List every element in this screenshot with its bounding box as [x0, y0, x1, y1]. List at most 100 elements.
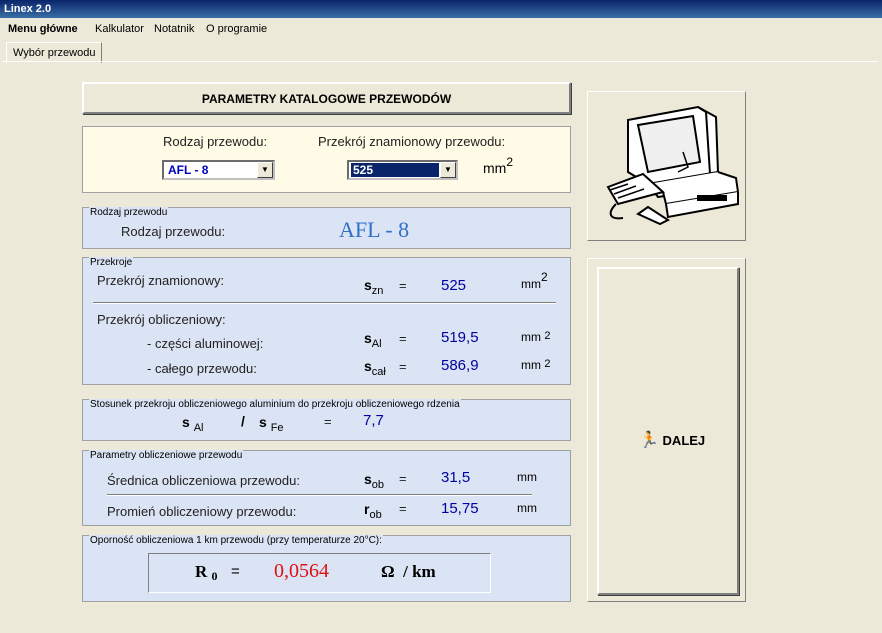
type-label: Rodzaj przewodu:	[163, 134, 268, 149]
nominal-section-sub: zn	[371, 285, 384, 297]
resistance-group-label: Oporność obliczeniowa 1 km przewodu (prz…	[89, 535, 383, 546]
nominal-section-eq: =	[399, 278, 407, 293]
total-section-value: 586,9	[441, 357, 479, 374]
next-button-label: DALEJ	[662, 433, 706, 448]
ratio-sym2: s	[259, 414, 267, 430]
type-info-value: AFL - 8	[339, 217, 410, 242]
cross-sections-group-label: Przekroje	[89, 257, 134, 268]
radius-symbol: rob	[364, 501, 382, 521]
al-section-unit-text: mm	[521, 330, 541, 344]
diameter-eq: =	[399, 471, 407, 486]
diameter-value: 31,5	[441, 469, 471, 486]
ratio-group-label: Stosunek przekroju obliczeniowego alumin…	[89, 399, 461, 410]
selection-panel: Rodzaj przewodu: Przekrój znamionowy prz…	[82, 126, 571, 193]
total-section-unit-exp: 2	[544, 358, 551, 370]
window-title: Linex 2.0	[0, 0, 882, 18]
type-select[interactable]: AFL - 8 ▼	[162, 160, 275, 180]
total-section-eq: =	[399, 359, 407, 374]
menu-item-calculator[interactable]: Kalkulator	[95, 19, 144, 39]
nominal-section-sym: s	[364, 277, 372, 293]
ratio-sub2: Fe	[270, 422, 284, 434]
nominal-section-unit: mm2	[521, 270, 548, 291]
type-group: Rodzaj przewodu Rodzaj przewodu: AFL - 8	[82, 207, 571, 249]
next-button-content: 🏃 DALEJ	[639, 430, 705, 450]
al-section-symbol: sAl	[364, 330, 382, 350]
section-select-value: 525	[351, 163, 439, 177]
section-unit: mm2	[483, 155, 513, 176]
diameter-label: Średnica obliczeniowa przewodu:	[107, 473, 300, 488]
resistance-symbol: R 0	[195, 562, 218, 583]
ratio-symbol-fe: s Fe	[259, 414, 284, 434]
computer-icon	[606, 105, 740, 226]
nominal-section-unit-text: mm	[521, 277, 541, 291]
al-section-unit: mm 2	[521, 330, 550, 344]
chevron-down-icon[interactable]: ▼	[440, 162, 456, 178]
chevron-down-icon[interactable]: ▼	[257, 162, 273, 178]
menu-bar: Menu główne Kalkulator Notatnik O progra…	[0, 19, 882, 39]
menu-item-notepad[interactable]: Notatnik	[154, 19, 194, 39]
type-info-label: Rodzaj przewodu:	[121, 224, 226, 239]
diameter-symbol: sob	[364, 471, 384, 491]
ratio-sym1: s	[182, 414, 190, 430]
diameter-sym: s	[364, 471, 372, 487]
tab-strip: Wybór przewodu	[0, 40, 882, 63]
ratio-slash: /	[241, 413, 245, 429]
header-button[interactable]: PARAMETRY KATALOGOWE PRZEWODÓW	[82, 82, 571, 114]
total-section-sym: s	[364, 358, 372, 374]
menu-item-main[interactable]: Menu główne	[8, 19, 78, 39]
calc-params-group-label: Parametry obliczeniowe przewodu	[89, 450, 244, 461]
nominal-section-value: 525	[441, 277, 467, 294]
ratio-sub1: Al	[193, 422, 204, 434]
ohm-symbol: Ω	[381, 562, 395, 581]
al-section-sub: Al	[371, 338, 382, 350]
type-select-value: AFL - 8	[168, 163, 209, 177]
resistance-box: R 0 = 0,0564 Ω / km	[148, 553, 491, 593]
resistance-sym: R	[195, 562, 208, 581]
type-group-label: Rodzaj przewodu	[89, 207, 169, 218]
calc-section-label: Przekrój obliczeniowy:	[97, 312, 226, 327]
running-man-icon: 🏃	[639, 432, 659, 449]
tab-wybor-przewodu[interactable]: Wybór przewodu	[6, 42, 103, 63]
resistance-unit: Ω / km	[381, 562, 436, 582]
al-section-unit-exp: 2	[544, 330, 551, 342]
section-select[interactable]: 525 ▼	[347, 160, 458, 180]
nominal-section-label: Przekrój znamionowy:	[97, 273, 225, 288]
radius-sub: ob	[369, 509, 382, 521]
section-label: Przekrój znamionowy przewodu:	[318, 134, 506, 149]
page-title: PARAMETRY KATALOGOWE PRZEWODÓW	[201, 92, 452, 106]
ratio-symbol-al: s Al	[182, 414, 203, 434]
next-button-frame: 🏃 DALEJ	[587, 258, 746, 602]
diameter-sub: ob	[371, 479, 385, 491]
resistance-group: Oporność obliczeniowa 1 km przewodu (prz…	[82, 535, 571, 602]
diameter-unit: mm	[517, 470, 537, 484]
divider	[93, 302, 556, 304]
radius-unit: mm	[517, 501, 537, 515]
cross-sections-group: Przekroje Przekrój znamionowy: szn = 525…	[82, 257, 571, 385]
ratio-eq: =	[324, 414, 332, 429]
nominal-section-symbol: szn	[364, 277, 383, 297]
radius-label: Promień obliczeniowy przewodu:	[107, 504, 297, 519]
resistance-unit-rest: / km	[403, 562, 436, 581]
calc-params-group: Parametry obliczeniowe przewodu Średnica…	[82, 450, 571, 526]
total-section-label: - całego przewodu:	[147, 361, 257, 376]
ratio-value: 7,7	[363, 412, 384, 429]
al-section-eq: =	[399, 331, 407, 346]
resistance-value: 0,0564	[274, 560, 329, 582]
resistance-sub: 0	[211, 569, 218, 583]
total-section-symbol: scał	[364, 358, 386, 378]
menu-item-about[interactable]: O programie	[206, 19, 267, 39]
radius-value: 15,75	[441, 500, 479, 517]
total-section-unit-text: mm	[521, 358, 541, 372]
nominal-section-unit-exp: 2	[541, 270, 548, 284]
radius-eq: =	[399, 501, 407, 516]
next-button[interactable]: 🏃 DALEJ	[597, 267, 739, 595]
total-section-unit: mm 2	[521, 358, 550, 372]
ratio-group: Stosunek przekroju obliczeniowego alumin…	[82, 399, 571, 441]
al-section-label: - części aluminowej:	[147, 336, 264, 351]
divider	[107, 494, 532, 496]
section-unit-exp: 2	[506, 155, 514, 169]
total-section-sub: cał	[371, 366, 386, 378]
computer-illustration	[587, 91, 746, 241]
al-section-value: 519,5	[441, 329, 479, 346]
resistance-eq: =	[231, 563, 240, 580]
